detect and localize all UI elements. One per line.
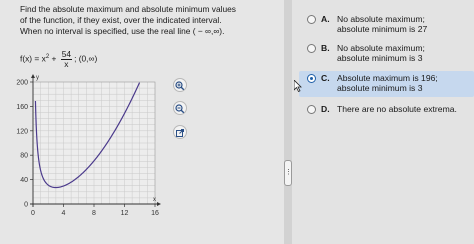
pane-resize-handle[interactable]: ⋮ — [284, 160, 292, 186]
x-axis-arrow-icon — [157, 202, 161, 206]
zoom-in-button[interactable] — [173, 78, 187, 92]
x-axis-label: x — [153, 197, 156, 203]
function-graph[interactable]: 0 4 8 12 1604080120160200 y x — [0, 0, 200, 244]
choice-a-radio[interactable] — [307, 15, 316, 24]
x-tick-label: 12 — [121, 210, 129, 217]
choice-d-radio[interactable] — [307, 105, 316, 114]
zoom-in-icon — [175, 81, 185, 91]
choice-d-text: There are no absolute extrema. — [337, 104, 457, 114]
y-axis-arrow-icon — [31, 74, 35, 78]
x-tick-label: 0 — [31, 210, 35, 217]
external-link-icon — [176, 129, 184, 137]
y-tick-label: 200 — [16, 80, 28, 87]
pane-divider[interactable] — [284, 0, 292, 244]
choice-c-radio[interactable] — [307, 74, 316, 83]
choice-c-text: Absolute maximum is 196; absolute minimu… — [337, 73, 438, 93]
x-tick-label: 8 — [92, 210, 96, 217]
answer-pane — [292, 0, 474, 244]
x-tick-label: 16 — [151, 210, 159, 217]
zoom-out-icon — [175, 104, 185, 114]
graph-grid — [32, 81, 156, 205]
zoom-out-button[interactable] — [173, 101, 187, 115]
choice-b-letter: B. — [321, 43, 330, 53]
popout-button[interactable] — [173, 125, 187, 139]
choice-a-text: No absolute maximum; absolute minimum is… — [337, 14, 428, 34]
mouse-cursor-icon — [294, 80, 302, 92]
y-tick-label: 160 — [16, 104, 28, 111]
x-tick-label: 4 — [62, 210, 66, 217]
y-axis-label: y — [36, 75, 39, 81]
choice-c-letter: C. — [321, 73, 330, 83]
y-tick-label: 0 — [24, 202, 28, 209]
y-tick-label: 80 — [20, 153, 28, 160]
choice-a-letter: A. — [321, 14, 330, 24]
choice-b-text: No absolute maximum; absolute minimum is… — [337, 43, 425, 63]
y-tick-label: 120 — [16, 128, 28, 135]
choice-d-letter: D. — [321, 104, 330, 114]
y-tick-label: 40 — [20, 177, 28, 184]
choice-b-radio[interactable] — [307, 44, 316, 53]
